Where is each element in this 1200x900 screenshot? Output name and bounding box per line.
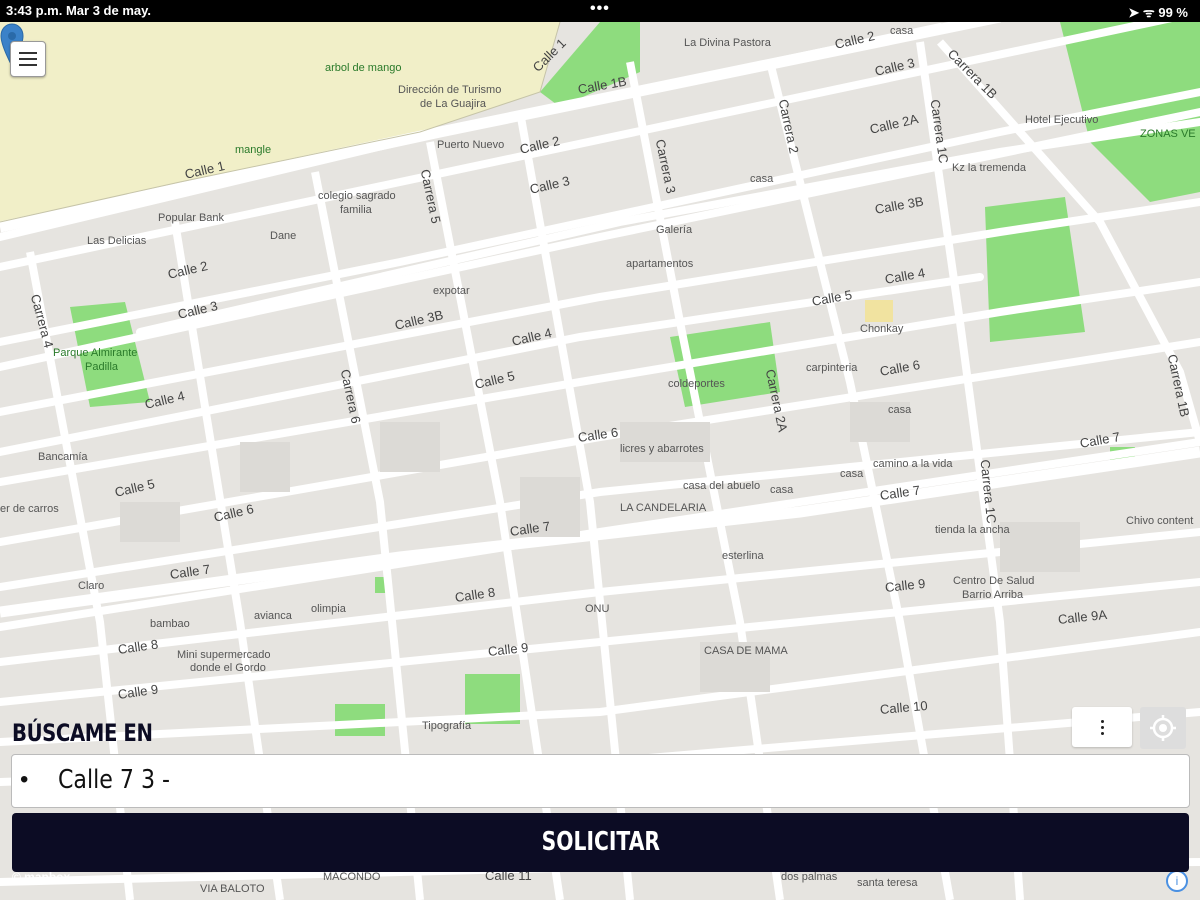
poi-label: Las Delicias [87, 235, 147, 247]
poi-label: MACONDO [323, 871, 381, 883]
poi-label: casa [840, 468, 864, 480]
address-field[interactable]: • Calle 7 3 - [11, 754, 1190, 808]
poi-label: familia [340, 204, 372, 216]
poi-label: olimpia [311, 603, 346, 615]
poi-label: Padilla [85, 361, 119, 373]
poi-label: Hotel Ejecutivo [1025, 114, 1099, 126]
poi-label: er de carros [0, 503, 59, 515]
more-options-button[interactable] [1072, 707, 1132, 747]
address-value[interactable]: Calle 7 3 - [58, 765, 170, 795]
poi-label: Parque Almirante [53, 347, 138, 359]
poi-label: VIA BALOTO [200, 883, 265, 895]
poi-label: ZONAS VE [1140, 128, 1196, 140]
poi-label: Barrio Arriba [962, 589, 1024, 601]
poi-label: licres y abarrotes [620, 443, 704, 455]
poi-label: La Divina Pastora [684, 37, 771, 49]
poi-label: LA CANDELARIA [620, 502, 707, 514]
info-icon[interactable]: i [1166, 870, 1188, 892]
mapbox-logo: © mapbox [12, 870, 71, 884]
poi-label: Dirección de Turismo [398, 84, 502, 96]
poi-label: Chivo content [1126, 515, 1194, 527]
poi-label: donde el Gordo [190, 662, 266, 674]
poi-label: CASA DE MAMA [704, 645, 788, 657]
locate-me-button[interactable] [1140, 707, 1186, 749]
address-bullet: • [20, 766, 29, 793]
building-highlight [865, 300, 893, 322]
poi-label: mangle [235, 144, 272, 156]
poi-label: Puerto Nuevo [437, 139, 505, 151]
multitask-dots[interactable]: ••• [590, 0, 610, 18]
poi-label: Kz la tremenda [952, 162, 1026, 174]
poi-label: Popular Bank [158, 212, 225, 224]
hamburger-menu-button[interactable] [10, 41, 46, 77]
poi-label: camino a la vida [873, 458, 953, 470]
poi-label: expotar [433, 285, 470, 297]
poi-label: Chonkay [860, 323, 904, 335]
poi-label: arbol de mango [325, 62, 402, 74]
poi-label: avianca [254, 610, 292, 622]
poi-label: dos palmas [781, 871, 838, 883]
poi-label: casa del abuelo [683, 480, 761, 492]
status-bar: 3:43 p.m. Mar 3 de may. ••• ➤ ᯤ 99 % [0, 0, 1200, 22]
poi-label: casa [770, 484, 794, 496]
poi-label: Bancamía [38, 451, 88, 463]
poi-label: tienda la ancha [935, 524, 1010, 536]
poi-label: bambao [150, 618, 190, 630]
poi-label: santa teresa [857, 877, 918, 889]
poi-label: casa [888, 404, 912, 416]
poi-label: Tipografía [422, 720, 472, 732]
poi-label: Claro [78, 580, 105, 592]
poi-label: carpinteria [806, 362, 858, 374]
poi-label: Centro De Salud [953, 575, 1035, 587]
request-button-label: SOLICITAR [541, 827, 660, 857]
status-indicators: ➤ ᯤ 99 % [1128, 5, 1188, 20]
poi-label: casa [890, 25, 914, 37]
poi-label: ONU [585, 603, 610, 615]
status-time-date: 3:43 p.m. Mar 3 de may. [6, 3, 151, 18]
poi-label: apartamentos [626, 258, 694, 270]
poi-label: Mini supermercado [177, 649, 271, 661]
request-button[interactable]: SOLICITAR [12, 813, 1189, 872]
poi-label: colegio sagrado [318, 190, 396, 202]
poi-label: Dane [270, 230, 297, 242]
poi-label: de La Guajira [420, 98, 487, 110]
poi-label: casa [750, 173, 774, 185]
poi-label: coldeportes [668, 378, 725, 390]
search-heading: BÚSCAME EN [12, 719, 153, 747]
poi-label: esterlina [722, 550, 764, 562]
crosshair-icon [1150, 715, 1176, 741]
poi-label: Galería [656, 224, 693, 236]
